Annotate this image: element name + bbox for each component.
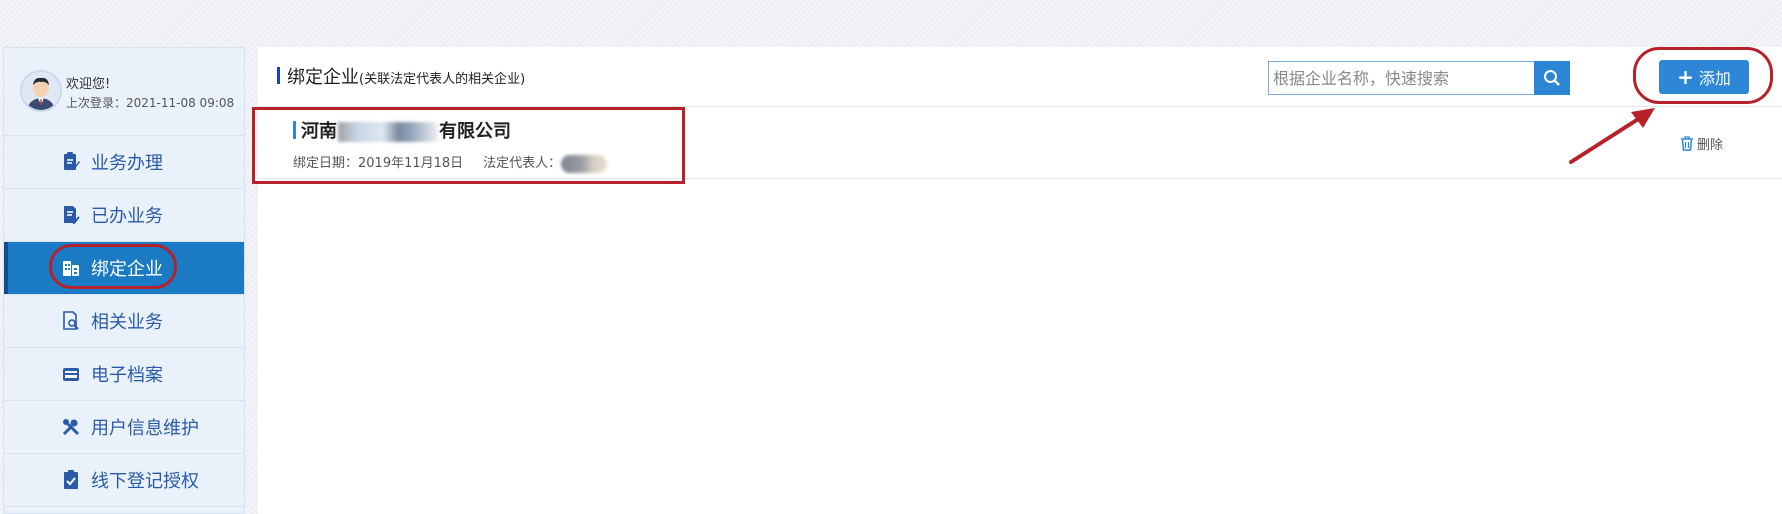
page-subtitle: (关联法定代表人的相关企业)	[359, 72, 526, 87]
archive-box-icon	[61, 364, 81, 384]
trash-icon	[1680, 136, 1694, 151]
main-panel: 绑定企业(关联法定代表人的相关企业) + 添加 河南 有限公司 绑定日期：2019…	[252, 47, 1782, 514]
sidebar-item-label: 线下登记授权	[91, 471, 199, 492]
search-input[interactable]	[1269, 62, 1535, 94]
sidebar-item-label: 业务办理	[91, 153, 163, 174]
search-button[interactable]	[1534, 61, 1570, 95]
delete-label: 删除	[1697, 138, 1724, 153]
add-button[interactable]: + 添加	[1659, 60, 1749, 94]
tools-icon	[61, 417, 81, 437]
document-check-icon	[61, 205, 81, 225]
welcome-text: 欢迎您!	[66, 77, 111, 92]
bind-date: 绑定日期：2019年11月18日	[293, 156, 464, 171]
sidebar-item-related-business[interactable]: 相关业务	[4, 295, 244, 348]
legal-rep-label: 法定代表人：	[483, 156, 562, 171]
redacted-name-blur	[338, 122, 438, 142]
company-name: 河南 有限公司	[301, 117, 511, 143]
list-item: 河南 有限公司 绑定日期：2019年11月18日 法定代表人： 删除	[252, 107, 1782, 184]
sidebar-item-label: 绑定企业	[91, 259, 163, 280]
search-box	[1268, 61, 1570, 95]
redacted-rep-blur	[561, 154, 608, 173]
search-icon	[1543, 69, 1561, 87]
delete-button[interactable]: 删除	[1680, 134, 1723, 153]
sidebar-item-label: 用户信息维护	[91, 418, 199, 439]
plus-icon: +	[1677, 65, 1694, 89]
last-login-text: 上次登录：2021-11-08 09:08	[66, 96, 235, 110]
page-title-text: 绑定企业	[287, 67, 359, 88]
add-button-label: 添加	[1698, 69, 1731, 88]
company-name-prefix: 河南	[301, 121, 337, 142]
company-meta: 绑定日期：2019年11月18日 法定代表人：	[293, 152, 608, 173]
sidebar-item-electronic-archive[interactable]: 电子档案	[4, 348, 244, 401]
sidebar-item-completed-business[interactable]: 已办业务	[4, 189, 244, 242]
document-search-icon	[61, 311, 81, 331]
sidebar-item-label: 已办业务	[91, 206, 163, 227]
clipboard-edit-icon	[61, 152, 81, 172]
sidebar-item-offline-authorization[interactable]: 线下登记授权	[4, 454, 244, 507]
sidebar-item-label: 电子档案	[91, 365, 163, 386]
title-accent-bar	[277, 67, 280, 84]
sidebar: 欢迎您! 上次登录：2021-11-08 09:08 业务办理 已办业务 绑定企…	[3, 47, 245, 514]
panel-header: 绑定企业(关联法定代表人的相关企业) + 添加	[258, 47, 1782, 107]
clipboard-check-icon	[61, 470, 81, 490]
page-title: 绑定企业(关联法定代表人的相关企业)	[287, 63, 525, 89]
sidebar-item-user-info[interactable]: 用户信息维护	[4, 401, 244, 454]
company-name-suffix: 有限公司	[439, 121, 511, 142]
avatar	[20, 70, 62, 112]
sidebar-item-bound-enterprise[interactable]: 绑定企业	[4, 242, 244, 295]
user-panel: 欢迎您! 上次登录：2021-11-08 09:08	[4, 48, 244, 136]
sidebar-item-business-handling[interactable]: 业务办理	[4, 136, 244, 189]
building-icon	[61, 258, 81, 278]
sidebar-item-label: 相关业务	[91, 312, 163, 333]
company-accent-bar	[293, 121, 296, 139]
